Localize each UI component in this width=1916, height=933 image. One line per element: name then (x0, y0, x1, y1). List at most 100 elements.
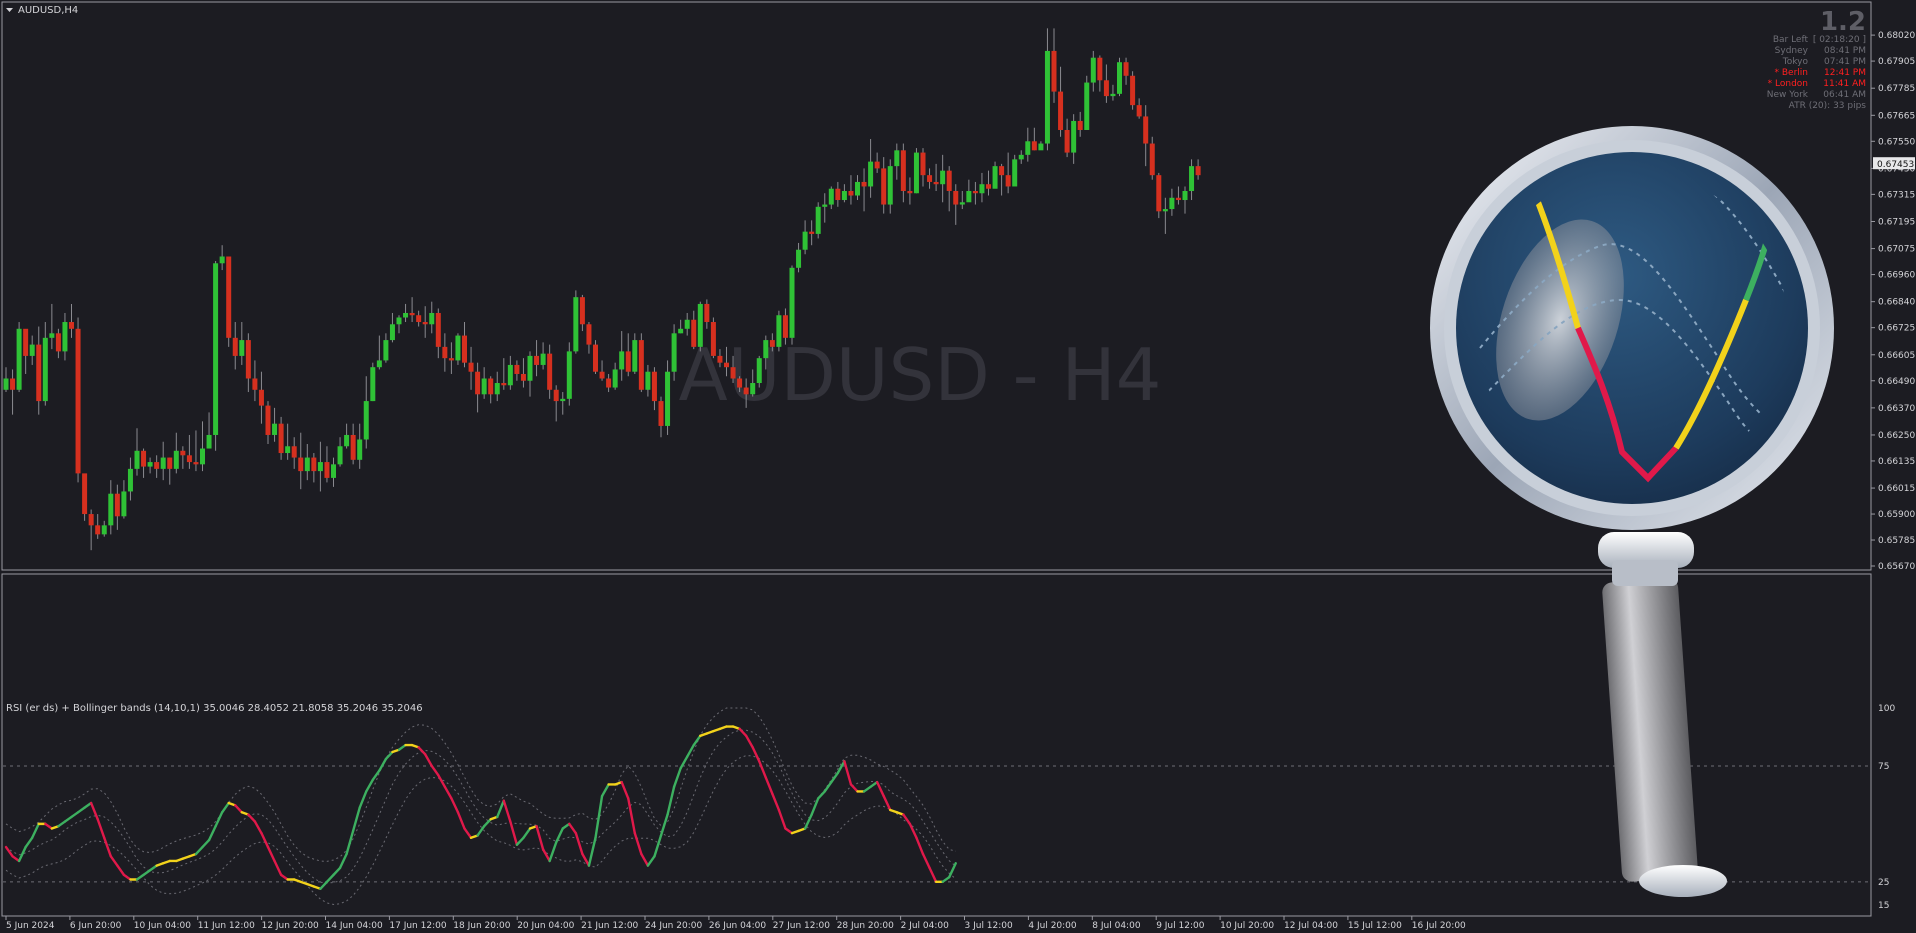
rsi-line-segment (672, 767, 682, 788)
rsi-line-segment (279, 873, 289, 881)
bearish-candle (881, 157, 887, 214)
bearish-candle (874, 152, 880, 173)
candle-body (593, 344, 598, 372)
bearish-candle (1005, 152, 1011, 194)
candle-body (691, 319, 697, 347)
bullish-candle (219, 245, 225, 271)
bullish-candle (966, 179, 972, 203)
candle-body (95, 525, 101, 535)
triangle-down-icon[interactable] (6, 8, 13, 12)
bullish-candle (62, 312, 68, 361)
bearish-candle (1077, 111, 1083, 137)
candle-body (1025, 141, 1031, 155)
candle-body (350, 434, 356, 460)
candle-body (586, 324, 592, 345)
candle-body (514, 364, 520, 374)
candle-body (481, 378, 487, 395)
bearish-candle (416, 310, 422, 327)
candle-body (448, 358, 454, 361)
candle-body (154, 462, 160, 469)
candle-body (219, 256, 225, 264)
bullish-candle (913, 148, 919, 194)
bullish-candle (789, 265, 795, 345)
rsi-line-segment (253, 820, 263, 835)
price-tick-label: 0.65670 (1878, 562, 1915, 572)
price-tick-label: 0.67315 (1878, 190, 1915, 200)
candle-body (881, 168, 887, 205)
time-tick-label: 2 Jul 04:00 (901, 921, 950, 931)
magnifier-neck (1612, 560, 1678, 586)
bullish-candle (317, 441, 323, 492)
price-tick-label: 0.66370 (1878, 404, 1915, 414)
bullish-candle (29, 335, 35, 365)
rsi-line-segment (417, 746, 427, 756)
bearish-candle (900, 143, 906, 203)
candle-body (226, 256, 232, 338)
magnifier-handle (1602, 578, 1698, 882)
bullish-candle (108, 480, 114, 535)
bullish-candle (1110, 84, 1116, 101)
bearish-candle (625, 333, 631, 377)
price-tick-label: 0.66135 (1878, 457, 1915, 467)
bullish-candle (101, 520, 107, 537)
bullish-candle (1044, 28, 1050, 151)
rsi-line-segment (70, 811, 80, 819)
candle-body (311, 457, 317, 472)
price-tick-label: 0.66725 (1878, 324, 1915, 334)
bullish-candle (134, 428, 140, 476)
bullish-candle (1117, 57, 1122, 97)
bearish-candle (848, 175, 854, 205)
candle-body (3, 378, 9, 390)
bullish-candle (560, 392, 566, 415)
candle-body (697, 303, 703, 347)
rsi-line-segment (561, 822, 571, 830)
candle-body (887, 166, 893, 205)
bearish-candle (442, 333, 448, 372)
bullish-candle (239, 322, 245, 365)
bullish-candle (3, 367, 9, 393)
rsi-band-line (5, 729, 957, 884)
candle-body (560, 398, 566, 402)
info-label-new-york: New York (1767, 90, 1809, 100)
bearish-candle (1051, 28, 1057, 103)
bullish-candle (160, 441, 166, 481)
rsi-line-segment (777, 808, 787, 830)
rsi-title: RSI (er ds) + Bollinger bands (14,10,1) … (6, 703, 423, 714)
bearish-candle (1195, 159, 1201, 180)
bullish-candle (200, 421, 205, 472)
candle-body (1175, 197, 1181, 201)
bearish-candle (579, 294, 585, 332)
bearish-candle (606, 373, 612, 393)
bullish-candle (206, 412, 212, 449)
rsi-line-segment (57, 820, 67, 828)
bullish-candle (868, 139, 874, 198)
bearish-candle (1031, 127, 1037, 151)
candle-body (1110, 93, 1116, 97)
rsi-line-segment (928, 866, 938, 884)
bullish-candle (1071, 114, 1077, 164)
info-panel: Bar Left [ 02:18:20 ] Sydney 08:41 PM To… (1767, 35, 1867, 111)
candle-body (1123, 62, 1129, 76)
rsi-line-segment (103, 836, 113, 858)
candle-body (10, 378, 16, 390)
price-tick-label: 0.67075 (1878, 245, 1915, 255)
candle-body (291, 446, 297, 458)
bullish-candle (1182, 186, 1188, 214)
bearish-candle (638, 333, 644, 393)
bullish-candle (940, 154, 946, 203)
candle-body (331, 464, 336, 478)
bearish-candle (88, 509, 94, 551)
candle-body (1143, 116, 1149, 144)
time-tick-label: 10 Jun 04:00 (134, 921, 191, 931)
price-tick-label: 0.67785 (1878, 84, 1915, 94)
bearish-candle (10, 369, 16, 415)
bullish-candle (566, 342, 572, 406)
candle-body (455, 335, 461, 361)
bullish-candle (42, 322, 48, 406)
rsi-line-segment (397, 743, 407, 751)
info-label-sydney: Sydney (1775, 46, 1809, 56)
rsi-line-segment (266, 845, 276, 863)
candle-body (828, 188, 834, 205)
bearish-candle (82, 473, 88, 521)
bullish-candle (632, 333, 638, 374)
